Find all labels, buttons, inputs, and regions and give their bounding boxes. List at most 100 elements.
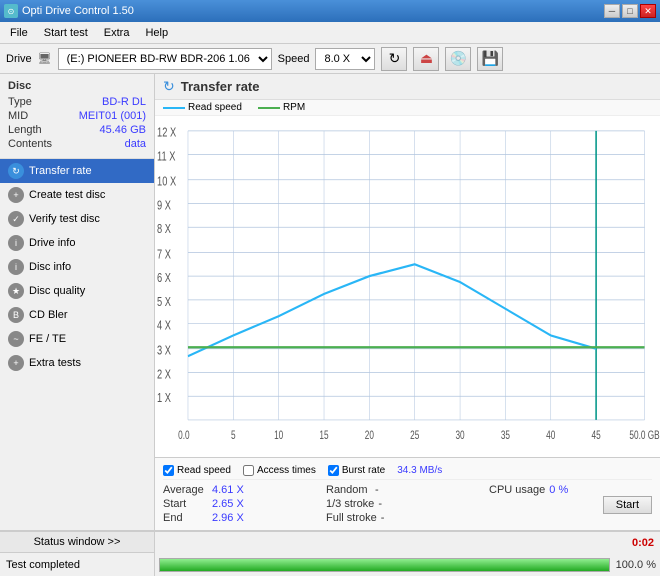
nav-label-disc-quality: Disc quality <box>29 285 85 297</box>
progress-bar-fill <box>160 559 609 571</box>
nav-icon-verify: ✓ <box>8 211 24 227</box>
stroke1-label: 1/3 stroke <box>326 498 374 510</box>
progress-percent: 100.0 % <box>616 559 656 571</box>
nav-icon-drive-info: i <box>8 235 24 251</box>
status-top-row: Status window >> 0:02 <box>0 532 660 553</box>
nav-disc-info[interactable]: i Disc info <box>0 255 154 279</box>
sidebar: Disc Type BD-R DL MID MEIT01 (001) Lengt… <box>0 74 155 530</box>
stats-grid: Average 4.61 X Random - CPU usage 0 % St… <box>163 480 652 526</box>
status-completed-text: Test completed <box>6 559 80 571</box>
app-icon: ⊙ <box>4 4 18 18</box>
legend-read-speed: Read speed <box>163 102 242 113</box>
nav-drive-info[interactable]: i Drive info <box>0 231 154 255</box>
svg-text:40: 40 <box>546 430 555 443</box>
nav-icon-extra-tests: + <box>8 355 24 371</box>
svg-text:3 X: 3 X <box>157 344 171 358</box>
eject-button[interactable]: ⏏ <box>413 47 439 71</box>
menu-bar: File Start test Extra Help <box>0 22 660 44</box>
nav-extra-tests[interactable]: + Extra tests <box>0 351 154 375</box>
nav-label-fe-te: FE / TE <box>29 333 66 345</box>
disc-length-label: Length <box>8 124 42 136</box>
refresh-button[interactable]: ↻ <box>381 47 407 71</box>
cb-burst-rate[interactable]: Burst rate <box>328 465 385 476</box>
nav-icon-create-test: + <box>8 187 24 203</box>
legend-rpm: RPM <box>258 102 305 113</box>
svg-text:9 X: 9 X <box>157 199 171 213</box>
cb-read-speed[interactable]: Read speed <box>163 465 231 476</box>
menu-extra[interactable]: Extra <box>96 25 138 41</box>
progress-area: 100.0 % <box>155 558 660 572</box>
status-window-button[interactable]: Status window >> <box>0 532 155 553</box>
status-bar: Status window >> 0:02 Test completed 100… <box>0 530 660 576</box>
content-area: ↻ Transfer rate Read speed RPM 12 X 11 X… <box>155 74 660 530</box>
save-button[interactable]: 💾 <box>477 47 503 71</box>
nav-cd-bler[interactable]: B CD Bler <box>0 303 154 327</box>
nav-icon-disc-quality: ★ <box>8 283 24 299</box>
disc-type-value: BD-R DL <box>102 96 146 108</box>
transfer-rate-chart: 12 X 11 X 10 X 9 X 8 X 7 X 6 X 5 X 4 X 3… <box>155 116 660 457</box>
disc-length-value: 45.46 GB <box>100 124 146 136</box>
drive-icon: 🖥 <box>38 52 52 65</box>
restore-button[interactable]: □ <box>622 4 638 18</box>
random-label: Random <box>326 484 371 496</box>
svg-text:15: 15 <box>319 430 328 443</box>
svg-text:7 X: 7 X <box>157 248 171 262</box>
menu-file[interactable]: File <box>2 25 36 41</box>
disc-mid-label: MID <box>8 110 28 122</box>
nav-disc-quality[interactable]: ★ Disc quality <box>0 279 154 303</box>
burn-button[interactable]: 💿 <box>445 47 471 71</box>
svg-text:10 X: 10 X <box>157 175 176 189</box>
drive-bar: Drive 🖥 (E:) PIONEER BD-RW BDR-206 1.06 … <box>0 44 660 74</box>
svg-text:50.0 GB: 50.0 GB <box>629 430 659 443</box>
disc-type-label: Type <box>8 96 32 108</box>
menu-start-test[interactable]: Start test <box>36 25 96 41</box>
svg-text:1 X: 1 X <box>157 392 171 406</box>
nav-icon-fe-te: ~ <box>8 331 24 347</box>
disc-section-title: Disc <box>8 80 146 92</box>
svg-text:30: 30 <box>455 430 464 443</box>
nav-icon-transfer-rate: ↻ <box>8 163 24 179</box>
disc-contents-value: data <box>125 138 146 150</box>
chart-legend: Read speed RPM <box>155 100 660 116</box>
svg-text:5: 5 <box>231 430 236 443</box>
svg-text:0.0: 0.0 <box>178 430 190 443</box>
app-title: Opti Drive Control 1.50 <box>22 5 134 17</box>
svg-text:8 X: 8 X <box>157 223 171 237</box>
speed-label: Speed <box>278 53 310 65</box>
speed-select[interactable]: 8.0 X <box>315 48 375 70</box>
svg-text:25: 25 <box>410 430 419 443</box>
progress-bar <box>159 558 610 572</box>
start-label: Start <box>163 498 208 510</box>
status-btn-label: Status window >> <box>34 536 121 548</box>
svg-text:4 X: 4 X <box>157 319 171 333</box>
svg-text:12 X: 12 X <box>157 126 176 140</box>
stats-area: Read speed Access times Burst rate 34.3 … <box>155 457 660 530</box>
svg-text:2 X: 2 X <box>157 368 171 382</box>
nav-label-verify: Verify test disc <box>29 213 100 225</box>
nav-label-create-test: Create test disc <box>29 189 105 201</box>
nav-fe-te[interactable]: ~ FE / TE <box>0 327 154 351</box>
start-button[interactable]: Start <box>603 496 652 514</box>
nav-verify-test-disc[interactable]: ✓ Verify test disc <box>0 207 154 231</box>
svg-text:11 X: 11 X <box>157 150 176 164</box>
nav-transfer-rate[interactable]: ↻ Transfer rate <box>0 159 154 183</box>
disc-mid-value: MEIT01 (001) <box>79 110 146 122</box>
time-value: 0:02 <box>632 537 654 549</box>
burst-rate-value: 34.3 MB/s <box>397 465 442 476</box>
status-text: Test completed <box>0 553 155 576</box>
nav-label-disc-info: Disc info <box>29 261 71 273</box>
disc-contents-label: Contents <box>8 138 52 150</box>
drive-select[interactable]: (E:) PIONEER BD-RW BDR-206 1.06 <box>58 48 272 70</box>
fullstroke-value: - <box>381 512 385 524</box>
svg-text:45: 45 <box>592 430 601 443</box>
minimize-button[interactable]: ─ <box>604 4 620 18</box>
status-bottom-row: Test completed 100.0 % <box>0 553 660 576</box>
svg-text:10: 10 <box>274 430 283 443</box>
menu-help[interactable]: Help <box>137 25 176 41</box>
chart-header: ↻ Transfer rate <box>155 74 660 100</box>
cb-access-times[interactable]: Access times <box>243 465 316 476</box>
nav-create-test-disc[interactable]: + Create test disc <box>0 183 154 207</box>
close-button[interactable]: ✕ <box>640 4 656 18</box>
chart-title: Transfer rate <box>181 79 260 94</box>
svg-text:6 X: 6 X <box>157 272 171 286</box>
